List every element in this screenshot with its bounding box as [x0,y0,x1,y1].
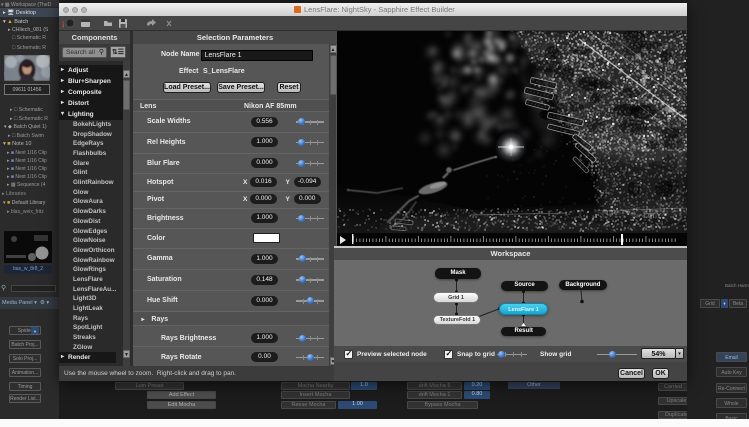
svg-text:¡: ¡ [62,19,65,28]
svg-text:LVLY: LVLY [643,211,662,220]
